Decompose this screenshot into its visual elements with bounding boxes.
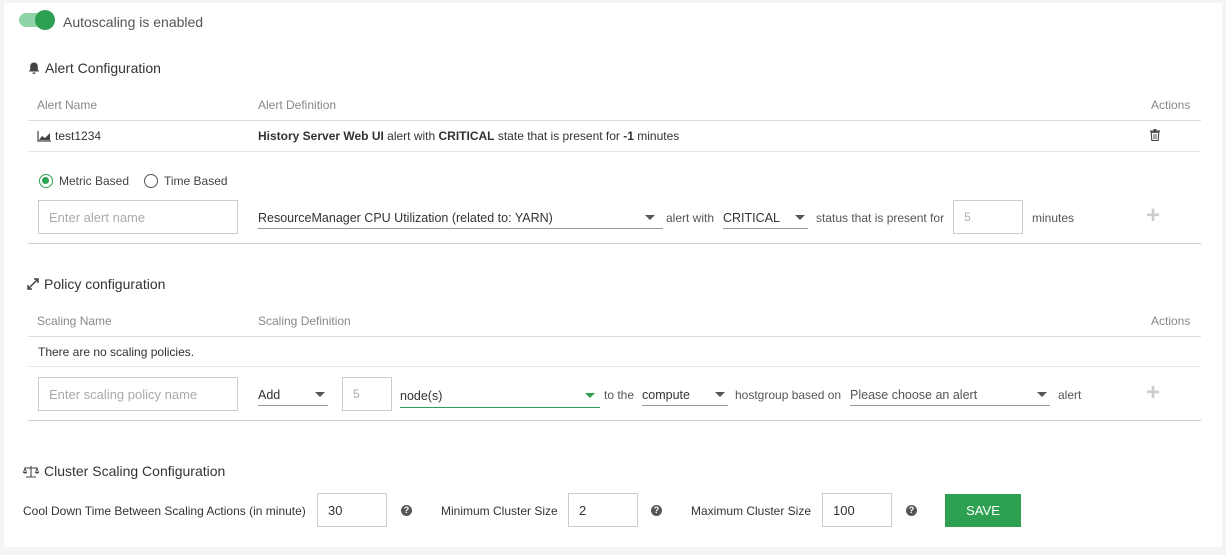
cluster-config-title-text: Cluster Scaling Configuration [44,463,226,479]
help-icon[interactable]: ? [401,505,412,516]
state-select[interactable]: CRITICAL [723,209,808,229]
scaling-policy-placeholder: Enter scaling policy name [49,386,198,402]
max-cluster-label: Maximum Cluster Size [691,504,812,518]
cooldown-label: Cool Down Time Between Scaling Actions (… [23,504,306,518]
chevron-down-icon [315,392,325,397]
alert-choose-placeholder: Please choose an alert [850,387,978,402]
help-icon[interactable]: ? [651,505,662,516]
min-cluster-label: Minimum Cluster Size [441,504,558,518]
save-button[interactable]: SAVE [945,494,1021,527]
alert-def-source: History Server Web UI [258,129,384,143]
alert-name-input[interactable]: Enter alert name [38,200,238,234]
minutes-input[interactable]: 5 [953,200,1023,234]
autoscaling-toggle[interactable] [19,10,55,30]
alert-row-definition: History Server Web UI alert with CRITICA… [258,129,679,143]
metric-select-value: ResourceManager CPU Utilization (related… [258,210,553,225]
scaling-count-input[interactable]: 5 [342,377,392,411]
col-scaling-name: Scaling Name [37,314,112,328]
chevron-down-icon [1037,392,1047,397]
radio-time-indicator[interactable] [144,174,158,188]
scaling-action-select[interactable]: Add [258,386,328,406]
scaling-policy-name-input[interactable]: Enter scaling policy name [38,377,238,411]
max-cluster-input[interactable]: 100 [822,493,892,527]
scaling-unit-value: node(s) [400,388,443,403]
area-chart-icon [37,130,51,142]
chevron-down-icon [795,215,805,220]
trash-icon[interactable] [1150,129,1160,141]
bell-icon [28,62,40,74]
chevron-down-icon [645,215,655,220]
alert-config-title: Alert Configuration [28,60,161,76]
col-scaling-actions: Actions [1151,314,1191,328]
scaling-unit-select[interactable]: node(s) [400,386,600,408]
col-alert-definition: Alert Definition [258,98,337,112]
col-alert-name: Alert Name [37,98,98,112]
alert-config-title-text: Alert Configuration [45,60,161,76]
alert-def-text3: minutes [633,129,680,143]
alert-name-placeholder: Enter alert name [49,209,146,225]
toggle-knob [35,10,55,30]
alert-row-divider [28,151,1201,152]
alert-with-label: alert with [666,211,715,225]
policy-header-divider [28,336,1201,337]
autoscaling-label: Autoscaling is enabled [63,14,204,30]
alert-def-state: CRITICAL [438,129,495,143]
chevron-down-icon [585,393,595,398]
hostgroup-select[interactable]: compute [642,386,728,406]
alert-def-text2: state that is present for [494,129,624,143]
alert-choose-select[interactable]: Please choose an alert [850,386,1050,406]
alert-row-name-text: test1234 [55,129,102,143]
scaling-action-value: Add [258,387,281,402]
cluster-config-title: Cluster Scaling Configuration [23,463,225,479]
hostgroup-based-label: hostgroup based on [735,388,842,402]
alert-def-minutes: -1 [623,129,634,143]
help-icon[interactable]: ? [906,505,917,516]
policy-config-title: Policy configuration [27,276,165,292]
balance-scale-icon [23,465,39,478]
status-present-label: status that is present for [816,211,945,225]
min-cluster-input[interactable]: 2 [568,493,638,527]
alert-def-text1: alert with [383,129,439,143]
state-select-value: CRITICAL [723,210,780,225]
hostgroup-value: compute [642,387,690,402]
radio-metric-label: Metric Based [59,174,130,188]
alert-row-name: test1234 [37,129,101,143]
radio-time-based[interactable]: Time Based [144,174,228,188]
col-scaling-definition: Scaling Definition [258,314,351,328]
add-alert-icon[interactable]: + [1146,204,1160,228]
metric-select[interactable]: ResourceManager CPU Utilization (related… [258,209,663,229]
policy-empty-divider [28,366,1201,367]
save-button-label: SAVE [966,503,1000,518]
alert-header-divider [28,120,1201,121]
radio-metric-indicator[interactable] [39,174,53,188]
max-cluster-value: 100 [833,502,855,518]
alert-form-divider [28,243,1201,244]
radio-time-label: Time Based [164,174,228,188]
no-policies-text: There are no scaling policies. [38,345,195,359]
radio-metric-based[interactable]: Metric Based [39,174,129,188]
policy-config-title-text: Policy configuration [44,276,166,292]
minutes-label: minutes [1032,211,1075,225]
add-policy-icon[interactable]: + [1146,381,1160,405]
chevron-down-icon [715,392,725,397]
cooldown-value: 30 [328,502,343,518]
scaling-count-placeholder: 5 [353,387,360,401]
min-cluster-value: 2 [579,502,587,518]
policy-form-divider [28,420,1201,421]
alert-suffix-label: alert [1058,388,1082,402]
col-alert-actions: Actions [1151,98,1191,112]
expand-icon [27,278,39,290]
to-the-label: to the [604,388,635,402]
minutes-placeholder: 5 [964,210,971,224]
cooldown-input[interactable]: 30 [317,493,387,527]
